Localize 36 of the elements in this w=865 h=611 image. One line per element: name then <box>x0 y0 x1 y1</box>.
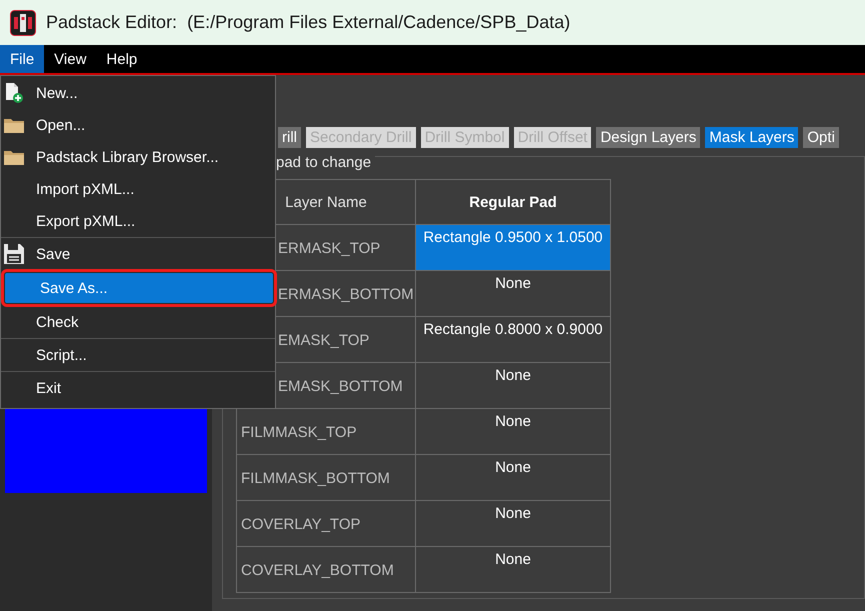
table-cell-text: FILMMASK_TOP <box>240 423 358 441</box>
table-cell[interactable]: None <box>416 270 610 316</box>
tab[interactable]: Mask Layers <box>705 127 798 148</box>
tab[interactable]: Design Layers <box>596 127 700 148</box>
table-cell[interactable]: Rectangle 0.9500 x 1.0500 <box>416 224 610 270</box>
table-cell-text: COVERLAY_TOP <box>240 515 362 533</box>
table-cell-text: FILMMASK_BOTTOM <box>240 469 391 487</box>
table-cell[interactable]: None <box>416 362 610 408</box>
table-cell[interactable]: None <box>416 408 610 454</box>
table-cell[interactable]: None <box>416 546 610 592</box>
table-cell-text: ERMASK_BOTTOM <box>277 285 415 303</box>
table-cell[interactable]: Rectangle 0.8000 x 0.9000 <box>416 316 610 362</box>
menu-item[interactable]: Open... <box>1 109 275 141</box>
tab[interactable]: Opti <box>803 127 839 148</box>
menu-item[interactable]: Save As... <box>5 273 273 303</box>
app-icon <box>10 10 36 36</box>
table-cell-text: ERMASK_TOP <box>277 239 382 257</box>
column-header: Regular Pad <box>416 180 610 224</box>
group-label: pad to change <box>276 154 372 171</box>
table-cell[interactable]: None <box>416 454 610 500</box>
table-cell[interactable]: None <box>416 500 610 546</box>
tab[interactable]: rill <box>278 127 301 148</box>
table-cell-text: COVERLAY_BOTTOM <box>240 561 395 579</box>
menu-item[interactable]: Script... <box>1 339 275 371</box>
table-cell-text: EMASK_TOP <box>277 331 370 349</box>
new-document-icon <box>3 82 25 104</box>
window-title: Padstack Editor: (E:/Program Files External/Cadence/SPB_Data) <box>46 12 570 33</box>
menu-item[interactable]: Exit <box>1 372 275 404</box>
table-cell-text: EMASK_BOTTOM <box>277 377 404 395</box>
menu-item[interactable]: Padstack Library Browser... <box>1 141 275 173</box>
menu-item[interactable]: View <box>44 45 96 73</box>
menu-item[interactable]: New... <box>1 77 275 109</box>
menu-item[interactable]: Check <box>1 306 275 338</box>
menu-item[interactable]: File <box>0 45 44 73</box>
menu-item[interactable]: Save <box>1 238 275 270</box>
menu-item[interactable]: Help <box>96 45 148 73</box>
